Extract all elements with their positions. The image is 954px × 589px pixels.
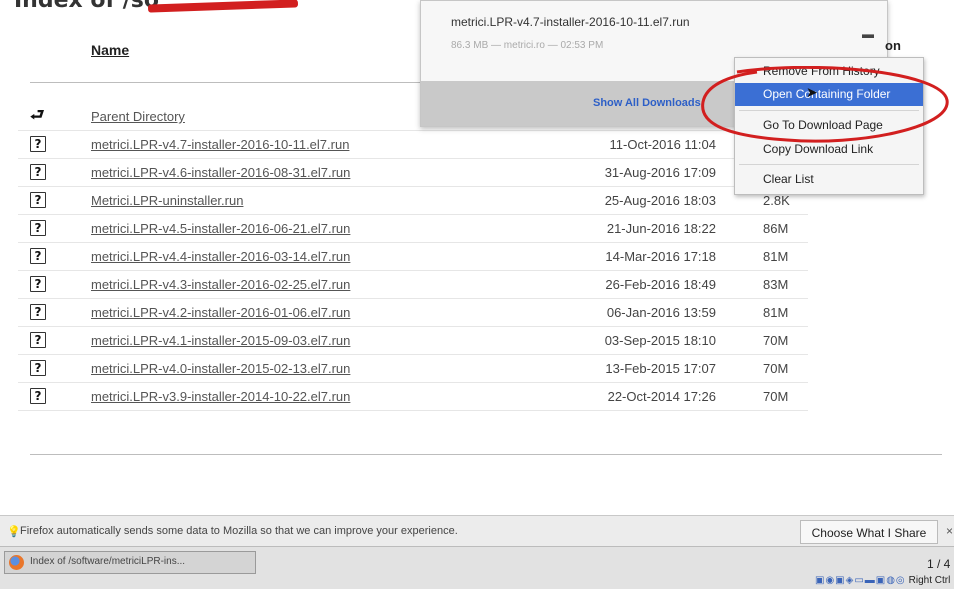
workspace-pager[interactable]: 1 / 4 [927, 557, 950, 571]
system-tray: ▣◉▣◈▭▬▣◍◎ Right Ctrl [815, 575, 951, 586]
unknown-file-icon: ? [30, 192, 46, 208]
modified-date: 26-Feb-2016 18:49 [605, 277, 716, 292]
download-meta: 86.3 MB — metrici.ro — 02:53 PM [451, 40, 604, 51]
file-link[interactable]: metrici.LPR-v4.0-installer-2015-02-13.el… [91, 361, 350, 376]
file-size: 70M [763, 389, 789, 404]
parent-directory-link[interactable]: Parent Directory [91, 109, 185, 124]
unknown-file-icon: ? [30, 388, 46, 404]
file-link[interactable]: metrici.LPR-v4.5-installer-2016-06-21.el… [91, 221, 350, 236]
redaction-mark [147, 0, 299, 13]
modified-date: 31-Aug-2016 17:09 [604, 165, 716, 180]
notification-bar: 💡 Firefox automatically sends some data … [0, 515, 954, 547]
modified-date: 14-Mar-2016 17:18 [605, 249, 716, 264]
file-size: 70M [763, 361, 789, 376]
unknown-file-icon: ? [30, 360, 46, 376]
unknown-file-icon: ? [30, 220, 46, 236]
file-size: 81M [763, 305, 789, 320]
file-link[interactable]: metrici.LPR-v4.2-installer-2016-01-06.el… [91, 305, 350, 320]
firefox-icon [9, 555, 24, 570]
file-link[interactable]: metrici.LPR-v4.4-installer-2016-03-14.el… [91, 249, 350, 264]
taskbar: Index of /software/metriciLPR-ins... 1 /… [0, 546, 954, 589]
file-size: 86M [763, 221, 789, 236]
table-row: ? metrici.LPR-v4.4-installer-2016-03-14.… [18, 243, 808, 271]
download-file-name: metrici.LPR-v4.7-installer-2016-10-11.el… [451, 15, 690, 29]
partial-column-header: on [885, 38, 901, 53]
page-title: Index of /so [14, 0, 159, 13]
file-link[interactable]: Metrici.LPR-uninstaller.run [91, 193, 243, 208]
taskbar-window-title: Index of /software/metriciLPR-ins... [30, 556, 186, 567]
unknown-file-icon: ? [30, 248, 46, 264]
modified-date: 21-Jun-2016 18:22 [606, 221, 716, 236]
file-link[interactable]: metrici.LPR-v4.7-installer-2016-10-11.el… [91, 137, 349, 152]
table-row: ? metrici.LPR-v4.7-installer-2016-10-11.… [18, 131, 808, 159]
unknown-file-icon: ? [30, 136, 46, 152]
table-row: ? metrici.LPR-v4.3-installer-2016-02-25.… [18, 271, 808, 299]
menu-separator [739, 164, 919, 165]
table-row: ? metrici.LPR-v4.2-installer-2016-01-06.… [18, 299, 808, 327]
red-annotation-circle [701, 66, 949, 143]
unknown-file-icon: ? [30, 332, 46, 348]
taskbar-window-button[interactable]: Index of /software/metriciLPR-ins... [4, 551, 256, 574]
show-all-downloads-button[interactable]: Show All Downloads [593, 97, 701, 109]
table-row: ? metrici.LPR-v3.9-installer-2014-10-22.… [18, 383, 808, 411]
unknown-file-icon: ? [30, 164, 46, 180]
folder-icon[interactable]: ▬ [862, 27, 874, 41]
table-row: ? Metrici.LPR-uninstaller.run 25-Aug-201… [18, 187, 808, 215]
table-row: ? metrici.LPR-v4.6-installer-2016-08-31.… [18, 159, 808, 187]
choose-what-i-share-button[interactable]: Choose What I Share [800, 520, 938, 544]
modified-date: 25-Aug-2016 18:03 [604, 193, 716, 208]
file-link[interactable]: metrici.LPR-v3.9-installer-2014-10-22.el… [91, 389, 350, 404]
back-arrow-icon: ⮐ [30, 105, 45, 124]
file-size: 81M [763, 249, 789, 264]
modified-date: 06-Jan-2016 13:59 [606, 305, 716, 320]
file-link[interactable]: metrici.LPR-v4.6-installer-2016-08-31.el… [91, 165, 350, 180]
info-icon: 💡 [7, 526, 21, 538]
name-column-header[interactable]: Name [91, 42, 129, 58]
host-key-label: Right Ctrl [908, 575, 951, 586]
file-link[interactable]: metrici.LPR-v4.1-installer-2015-09-03.el… [91, 333, 350, 348]
file-size: 70M [763, 333, 789, 348]
notification-text: Firefox automatically sends some data to… [20, 525, 458, 537]
file-size: 2.8K [763, 193, 790, 208]
table-row: ? metrici.LPR-v4.5-installer-2016-06-21.… [18, 215, 808, 243]
file-size: 83M [763, 277, 789, 292]
unknown-file-icon: ? [30, 304, 46, 320]
unknown-file-icon: ? [30, 276, 46, 292]
table-row: ? metrici.LPR-v4.1-installer-2015-09-03.… [18, 327, 808, 355]
footer-divider [30, 454, 942, 455]
menu-item-clear-list[interactable]: Clear List [735, 168, 923, 191]
modified-date: 13-Feb-2015 17:07 [605, 361, 716, 376]
modified-date: 22-Oct-2014 17:26 [607, 389, 716, 404]
file-link[interactable]: metrici.LPR-v4.3-installer-2016-02-25.el… [91, 277, 350, 292]
close-icon[interactable]: × [946, 524, 953, 538]
modified-date: 03-Sep-2015 18:10 [604, 333, 716, 348]
table-row: ? metrici.LPR-v4.0-installer-2015-02-13.… [18, 355, 808, 383]
